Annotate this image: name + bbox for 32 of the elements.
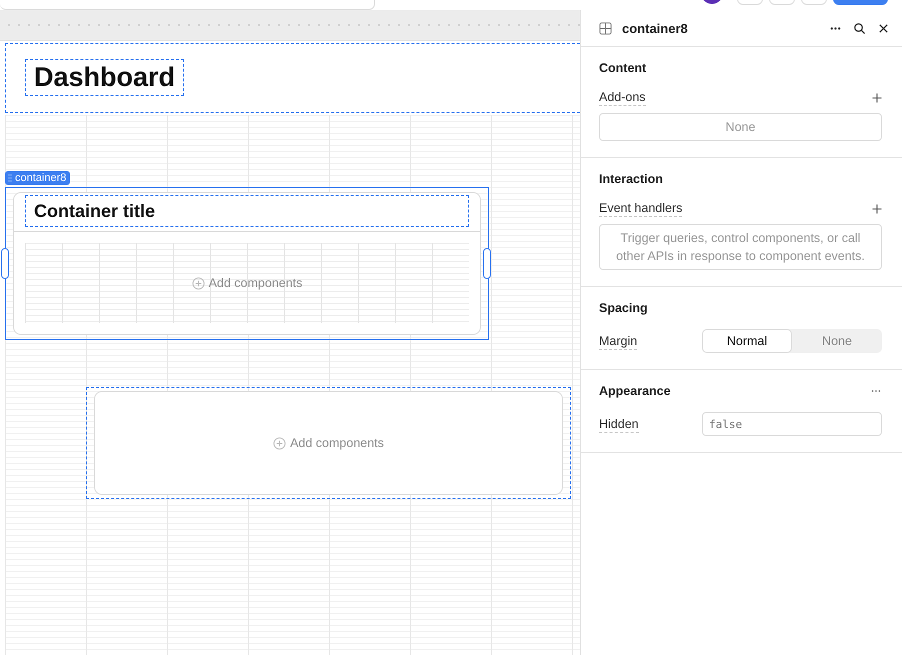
segment-option[interactable]: Normal bbox=[702, 329, 792, 353]
field-label: Event handlers bbox=[599, 200, 682, 217]
resize-handle[interactable] bbox=[483, 248, 491, 279]
resize-handle[interactable] bbox=[1, 248, 9, 279]
component-badge[interactable]: container8 bbox=[5, 171, 70, 185]
container-card[interactable]: Container title Add components bbox=[13, 192, 481, 335]
code-field[interactable]: false bbox=[702, 412, 882, 436]
field-label: Hidden bbox=[599, 416, 639, 432]
plus-circle-icon bbox=[192, 276, 205, 290]
section-title: Spacing bbox=[599, 301, 648, 315]
segment-option[interactable]: None bbox=[792, 329, 882, 353]
section-title: Appearance bbox=[599, 384, 671, 398]
empty-message: None bbox=[726, 120, 756, 134]
empty-message: Trigger queries, control components, or call other APIs in response to component events. bbox=[616, 231, 865, 263]
section-title: Interaction bbox=[599, 172, 663, 186]
inspector-title: container8 bbox=[622, 20, 689, 36]
plus-circle-icon bbox=[273, 436, 286, 450]
more-icon[interactable] bbox=[870, 389, 882, 393]
add-icon[interactable] bbox=[872, 92, 882, 102]
section-title: Content bbox=[599, 61, 646, 75]
close-icon[interactable] bbox=[877, 22, 890, 34]
add-icon[interactable] bbox=[872, 204, 882, 214]
add-components-button[interactable]: Add components bbox=[192, 276, 302, 290]
container-title: Container title bbox=[34, 200, 156, 222]
add-components-button[interactable]: Add components bbox=[273, 436, 384, 450]
search-icon[interactable] bbox=[853, 22, 866, 34]
page-title: Dashboard bbox=[34, 62, 176, 93]
field-label: Add-ons bbox=[599, 89, 646, 106]
grid-icon bbox=[599, 22, 612, 34]
container-card[interactable]: Add components bbox=[94, 391, 563, 495]
drag-handle-icon[interactable] bbox=[8, 174, 12, 182]
field-label: Margin bbox=[599, 332, 638, 350]
